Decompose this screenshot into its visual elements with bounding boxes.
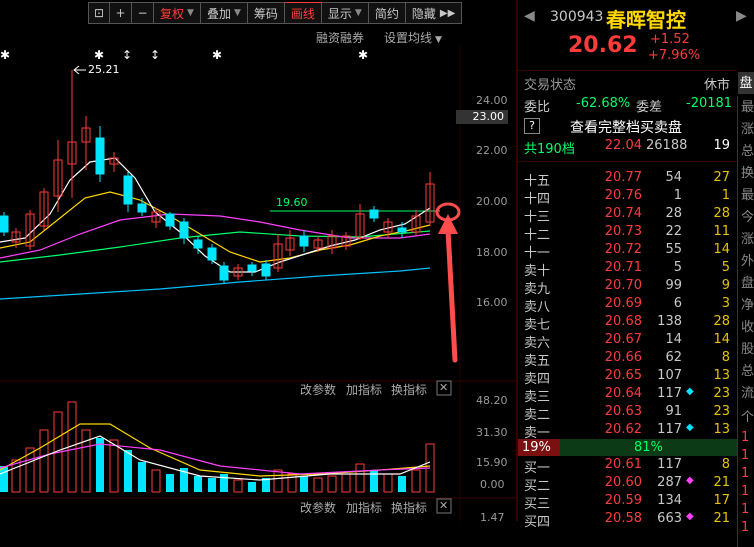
diamond-icon: ◆ (686, 511, 694, 522)
ask-row[interactable]: 十二 20.73 22 11 (518, 224, 738, 243)
price-change-pct: +7.96% (648, 48, 701, 63)
close-icon[interactable]: ✕ (439, 499, 448, 512)
bottom-y-tick: 1.47 (480, 511, 505, 524)
svg-text:↕: ↕ (122, 48, 132, 62)
orderbook-summary: 共190档 22.04 26188 19 (524, 138, 730, 157)
vol-y-tick: 31.30 (476, 426, 508, 439)
ask-row[interactable]: 卖七 20.68 138 28 (518, 314, 738, 333)
stock-name: 春晖智控 (606, 8, 686, 32)
diamond-icon: ◆ (686, 475, 694, 486)
gaicanshu-link[interactable]: 改参数 (300, 381, 336, 398)
ask-row[interactable]: 卖二 20.63 91 23 (518, 404, 738, 423)
ask-row[interactable]: 卖四 20.65 107 13 (518, 368, 738, 387)
buy-ratio-segment: 81% (560, 439, 737, 456)
huanzhibiao-link[interactable]: 换指标 (391, 381, 427, 398)
weicha-label: 委差 (636, 100, 663, 115)
ask-row[interactable]: 卖九 20.70 99 9 (518, 278, 738, 297)
huanzhibiao-link-2[interactable]: 换指标 (391, 499, 427, 516)
y-tick: 20.00 (476, 195, 508, 208)
weibi-label: 委比 (524, 100, 551, 115)
full-orderbook-link[interactable]: 查看完整档买卖盘 (570, 117, 682, 137)
y-tick: 22.00 (476, 144, 508, 157)
annotation-arrow-shaft (445, 227, 458, 363)
weicha-value: -20181 (686, 96, 733, 111)
event-markers: ✱ ✱ ↕ ↕ ✱ ✱ (0, 48, 368, 62)
high-price-marker: 25.21 (88, 63, 120, 76)
svg-text:↕: ↕ (150, 48, 160, 62)
jiazhibiao-link[interactable]: 加指标 (346, 381, 382, 398)
svg-text:✱: ✱ (358, 48, 368, 62)
gaicanshu-link-2[interactable]: 改参数 (300, 499, 336, 516)
next-stock-icon[interactable]: ▶ (736, 8, 747, 24)
kline-chart-area[interactable]: ⊡ + − 复权 ▼ 叠加 ▼ 筹码 画线 显示 ▼ 简约 隐藏 ▶▶ 融资融券 设置均… (0, 0, 516, 524)
status-value: 休市 (704, 78, 731, 93)
vol-y-tick: 48.20 (476, 394, 508, 407)
panel-tab[interactable]: 盘 (738, 72, 754, 94)
main-kline-svg: ✱ ✱ ↕ ↕ ✱ ✱ (0, 45, 516, 521)
ask-row[interactable]: 卖八 20.69 6 3 (518, 296, 738, 315)
candlesticks (0, 70, 435, 284)
bid-row[interactable]: 买二 20.60 287 ◆ 21 (518, 475, 738, 494)
y-tick: 18.00 (476, 246, 508, 259)
close-icon[interactable]: ✕ (439, 381, 448, 394)
separator (518, 70, 737, 71)
bid-row[interactable]: 买一 20.61 117 8 (518, 457, 738, 476)
bid-row[interactable]: 买三 20.59 134 17 (518, 493, 738, 512)
y-tick-highlight: 23.00 (456, 110, 508, 124)
prev-stock-icon[interactable]: ◀ (524, 8, 535, 24)
clipped-info-column: 最 涨 总 换 最 今 涨 外 盘 净 收 股 总 流 个 1 1 1 1 1 … (737, 96, 754, 547)
separator (518, 161, 737, 162)
stock-code: 300943 (550, 9, 604, 25)
vol-y-tick: 15.90 (476, 456, 508, 469)
y-tick: 16.00 (476, 296, 508, 309)
diamond-icon: ◆ (686, 386, 694, 397)
ask-row[interactable]: 卖十 20.71 5 5 (518, 260, 738, 279)
ask-row[interactable]: 卖六 20.67 14 14 (518, 332, 738, 351)
ask-row[interactable]: 十一 20.72 55 14 (518, 242, 738, 261)
y-tick: 24.00 (476, 94, 508, 107)
status-label: 交易状态 (524, 78, 577, 93)
ask-row[interactable]: 十四 20.76 1 1 (518, 188, 738, 207)
quote-panel: ◀ 300943 春晖智控 ▶ 20.62 +1.52 +7.96% 交易状态 … (518, 0, 754, 530)
price-change: +1.52 (650, 32, 690, 47)
diamond-icon: ◆ (686, 422, 694, 433)
ask-row[interactable]: 卖三 20.64 117 ◆ 23 (518, 386, 738, 405)
ask-row[interactable]: 十五 20.77 54 27 (518, 170, 738, 189)
ask-row[interactable]: 卖一 20.62 117 ◆ 13 (518, 422, 738, 441)
buy-sell-ratio-bar: 19% 81% (518, 439, 737, 456)
sell-ratio-segment: 19% (518, 439, 560, 456)
svg-text:✱: ✱ (0, 48, 10, 62)
ask-row[interactable]: 卖五 20.66 62 8 (518, 350, 738, 369)
weibi-value: -62.68% (576, 96, 631, 111)
bid-row[interactable]: 买四 20.58 663 ◆ 21 (518, 511, 738, 530)
level-line-label: 19.60 (276, 196, 308, 209)
help-icon[interactable]: ? (524, 118, 540, 134)
ask-row[interactable]: 十三 20.74 28 28 (518, 206, 738, 225)
jiazhibiao-link-2[interactable]: 加指标 (346, 499, 382, 516)
svg-text:✱: ✱ (212, 48, 222, 62)
ma120-line (0, 267, 431, 300)
volume-bars (0, 401, 435, 493)
svg-text:✱: ✱ (94, 48, 104, 62)
last-price: 20.62 (568, 33, 638, 58)
vol-y-tick: 0.00 (480, 478, 505, 491)
